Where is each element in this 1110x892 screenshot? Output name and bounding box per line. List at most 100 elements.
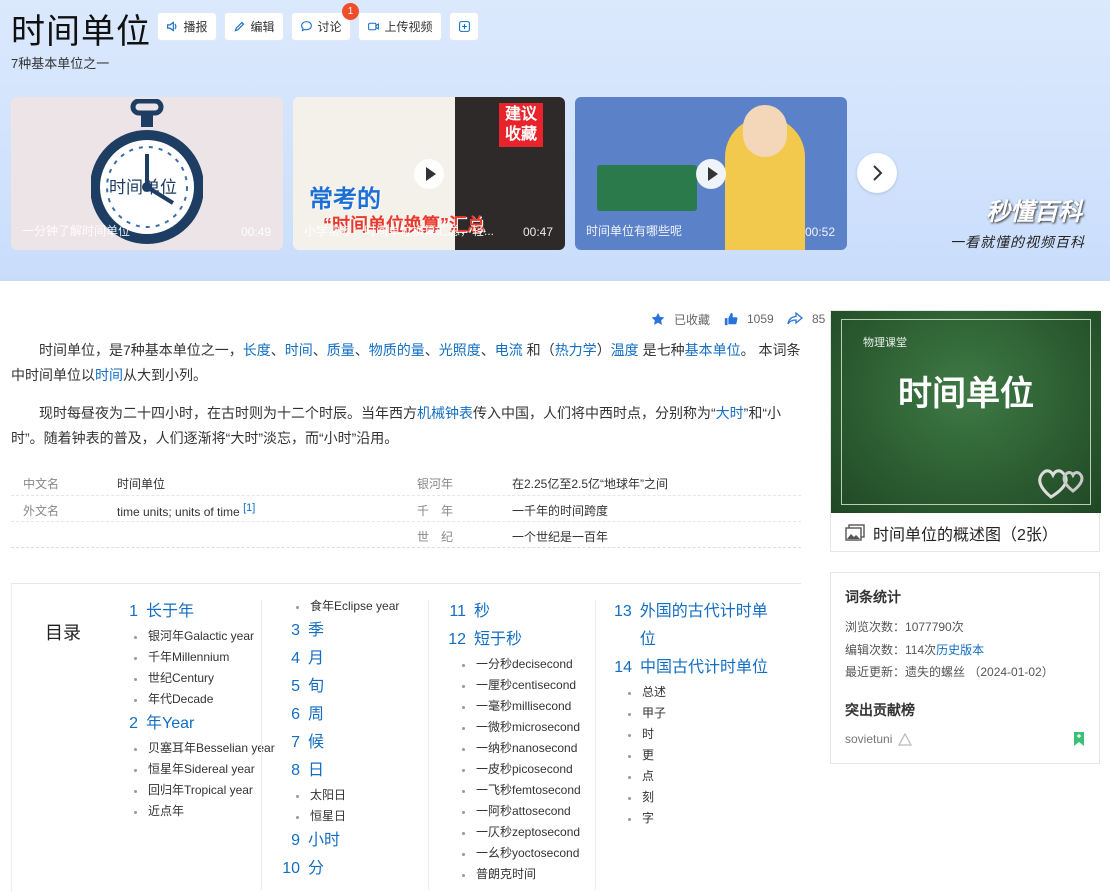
toc-item[interactable]: 5旬 <box>282 673 399 701</box>
toc-item-label[interactable]: 旬 <box>308 673 324 701</box>
share-count: 85 <box>812 312 826 326</box>
toc-item-label[interactable]: 外国的古代计时单位 <box>640 598 774 654</box>
toc-item-label[interactable]: 分 <box>308 855 324 883</box>
inline-link[interactable]: 质量 <box>327 342 355 358</box>
toc-subitem[interactable]: 银河年Galactic year <box>120 626 275 647</box>
toc-subitem[interactable]: 甲子 <box>614 703 774 724</box>
collect-button[interactable]: 已收藏 <box>651 311 710 327</box>
contributors-title: 突出贡献榜 <box>845 702 915 718</box>
video-card-2[interactable]: 建议收藏 常考的 “时间单位换算”汇总 小学常考：时间单位换算汇总，轻... 0… <box>293 97 565 250</box>
toc-subitem[interactable]: 近点年 <box>120 801 275 822</box>
history-link[interactable]: 历史版本 <box>936 643 984 657</box>
toc-item-label[interactable]: 周 <box>308 701 324 729</box>
toc-item[interactable]: 11 秒 <box>448 598 581 626</box>
toc-subitem[interactable]: 太阳日 <box>282 785 399 806</box>
toc-subitem[interactable]: 年代Decade <box>120 689 275 710</box>
overview-image-card[interactable]: 物理课堂 时间单位 时间单位的概述图（2张） <box>830 310 1101 552</box>
toc-subitem[interactable]: 一阿秒attosecond <box>448 801 581 822</box>
toc-item-label[interactable]: 长于年 <box>146 598 194 626</box>
toc-subitem[interactable]: 一飞秒femtosecond <box>448 780 581 801</box>
toc-subitem[interactable]: 普朗克时间 <box>448 864 581 885</box>
toc-subitem[interactable]: 字 <box>614 808 774 829</box>
toc-subitem[interactable]: 一微秒microsecond <box>448 717 581 738</box>
toc-item[interactable]: 13 外国的古代计时单位 <box>614 598 774 654</box>
toc-item-label[interactable]: 日 <box>308 757 324 785</box>
toc-subitem[interactable]: 总述 <box>614 682 774 703</box>
toc-item[interactable]: 6周 <box>282 701 399 729</box>
toc-item[interactable]: 2 年Year <box>120 710 275 738</box>
toc-item-label[interactable]: 季 <box>308 617 324 645</box>
inline-link[interactable]: 机械钟表 <box>417 405 473 421</box>
toc-item-number: 14 <box>614 659 632 676</box>
toc-subitem[interactable]: 贝塞耳年Besselian year <box>120 738 275 759</box>
video-card-1[interactable]: 时间单位 一分钟了解时间单位 00:49 <box>11 97 283 250</box>
toc-item[interactable]: 12 短于秒 <box>448 626 581 654</box>
toc-item[interactable]: 10 分 <box>282 855 399 883</box>
inline-link[interactable]: 大时 <box>716 405 744 421</box>
toc-subitem[interactable]: 千年Millennium <box>120 647 275 668</box>
edit-button[interactable]: 编辑 <box>224 12 284 41</box>
inline-link[interactable]: 长度 <box>243 342 271 358</box>
toc-subitem[interactable]: 更 <box>614 745 774 766</box>
broadcast-button[interactable]: 播报 <box>157 12 217 41</box>
toc-item-label[interactable]: 短于秒 <box>474 626 522 654</box>
add-button[interactable] <box>449 12 479 41</box>
inline-link[interactable]: 基本单位 <box>685 342 741 358</box>
toc-item-label[interactable]: 月 <box>308 645 324 673</box>
contributor-name[interactable]: sovietuni <box>845 732 892 746</box>
toc-item-label[interactable]: 秒 <box>474 598 490 626</box>
toc-subitem[interactable]: 回归年Tropical year <box>120 780 275 801</box>
toc-item[interactable]: 1 长于年 <box>120 598 275 626</box>
toc-item-number: 7 <box>291 734 300 751</box>
toc-subitem[interactable]: 一毫秒millisecond <box>448 696 581 717</box>
inline-link[interactable]: 热力学 <box>555 342 597 358</box>
like-button[interactable]: 1059 <box>724 311 774 327</box>
toc-item-label[interactable]: 中国古代计时单位 <box>640 654 768 682</box>
inline-link[interactable]: 电流 <box>495 342 523 358</box>
reference-link[interactable]: [1] <box>243 502 255 514</box>
play-icon[interactable] <box>414 158 444 189</box>
toc-item[interactable]: 14 中国古代计时单位 <box>614 654 774 682</box>
upload-video-button[interactable]: 上传视频 <box>358 12 442 41</box>
info-value: time units; units of time [1] <box>117 502 255 519</box>
toc-item-label[interactable]: 年Year <box>146 710 194 738</box>
toc-item[interactable]: 9 小时 <box>282 827 399 855</box>
contributor-row[interactable]: sovietuni <box>845 732 913 746</box>
inline-link[interactable]: 温度 <box>611 342 639 358</box>
text-run: 、 <box>424 342 439 358</box>
toc-subitem[interactable]: 时 <box>614 724 774 745</box>
toc-item[interactable]: 3季 <box>282 617 399 645</box>
toc-item[interactable]: 7候 <box>282 729 399 757</box>
toc-item[interactable]: 4月 <box>282 645 399 673</box>
toc-subitem[interactable]: 一纳秒nanosecond <box>448 738 581 759</box>
image-caption-text: 时间单位的概述图（2张） <box>873 527 1058 544</box>
toc-subitem[interactable]: 一皮秒picosecond <box>448 759 581 780</box>
toc-subitem[interactable]: 一分秒decisecond <box>448 654 581 675</box>
overview-image[interactable]: 物理课堂 时间单位 <box>831 311 1101 513</box>
video-card-3[interactable]: 时间单位有哪些呢 00:52 <box>575 97 847 250</box>
brand-slogan: 一看就懂的视频百科 <box>950 234 1085 250</box>
toc-subitem[interactable]: 恒星日 <box>282 806 399 827</box>
inline-link[interactable]: 时间 <box>285 342 313 358</box>
toc-subitem[interactable]: 一仄秒zeptosecond <box>448 822 581 843</box>
inline-link[interactable]: 光照度 <box>439 342 481 358</box>
discuss-button[interactable]: 讨论 <box>291 12 351 41</box>
image-caption[interactable]: 时间单位的概述图（2张） <box>845 521 1058 545</box>
inline-link[interactable]: 时间 <box>95 367 123 383</box>
play-icon[interactable] <box>696 158 726 189</box>
toc-subitem[interactable]: 世纪Century <box>120 668 275 689</box>
toc-item-label[interactable]: 候 <box>308 729 324 757</box>
toc-subitem[interactable]: 食年Eclipse year <box>282 596 399 617</box>
info-row: 中文名 时间单位 银河年 在2.25亿至2.5亿“地球年”之间 <box>11 469 801 495</box>
toc-item[interactable]: 8日 <box>282 757 399 785</box>
toc-item-label[interactable]: 小时 <box>308 827 340 855</box>
toc-subitem[interactable]: 恒星年Sidereal year <box>120 759 275 780</box>
toc-subitem[interactable]: 刻 <box>614 787 774 808</box>
toc-subitem[interactable]: 一幺秒yoctosecond <box>448 843 581 864</box>
carousel-next-button[interactable] <box>857 153 897 193</box>
toc-subitem[interactable]: 点 <box>614 766 774 787</box>
inline-link[interactable]: 物质的量 <box>369 342 425 358</box>
discuss-label: 讨论 <box>317 20 342 34</box>
toc-subitem[interactable]: 一厘秒centisecond <box>448 675 581 696</box>
share-button[interactable]: 85 <box>787 311 825 327</box>
